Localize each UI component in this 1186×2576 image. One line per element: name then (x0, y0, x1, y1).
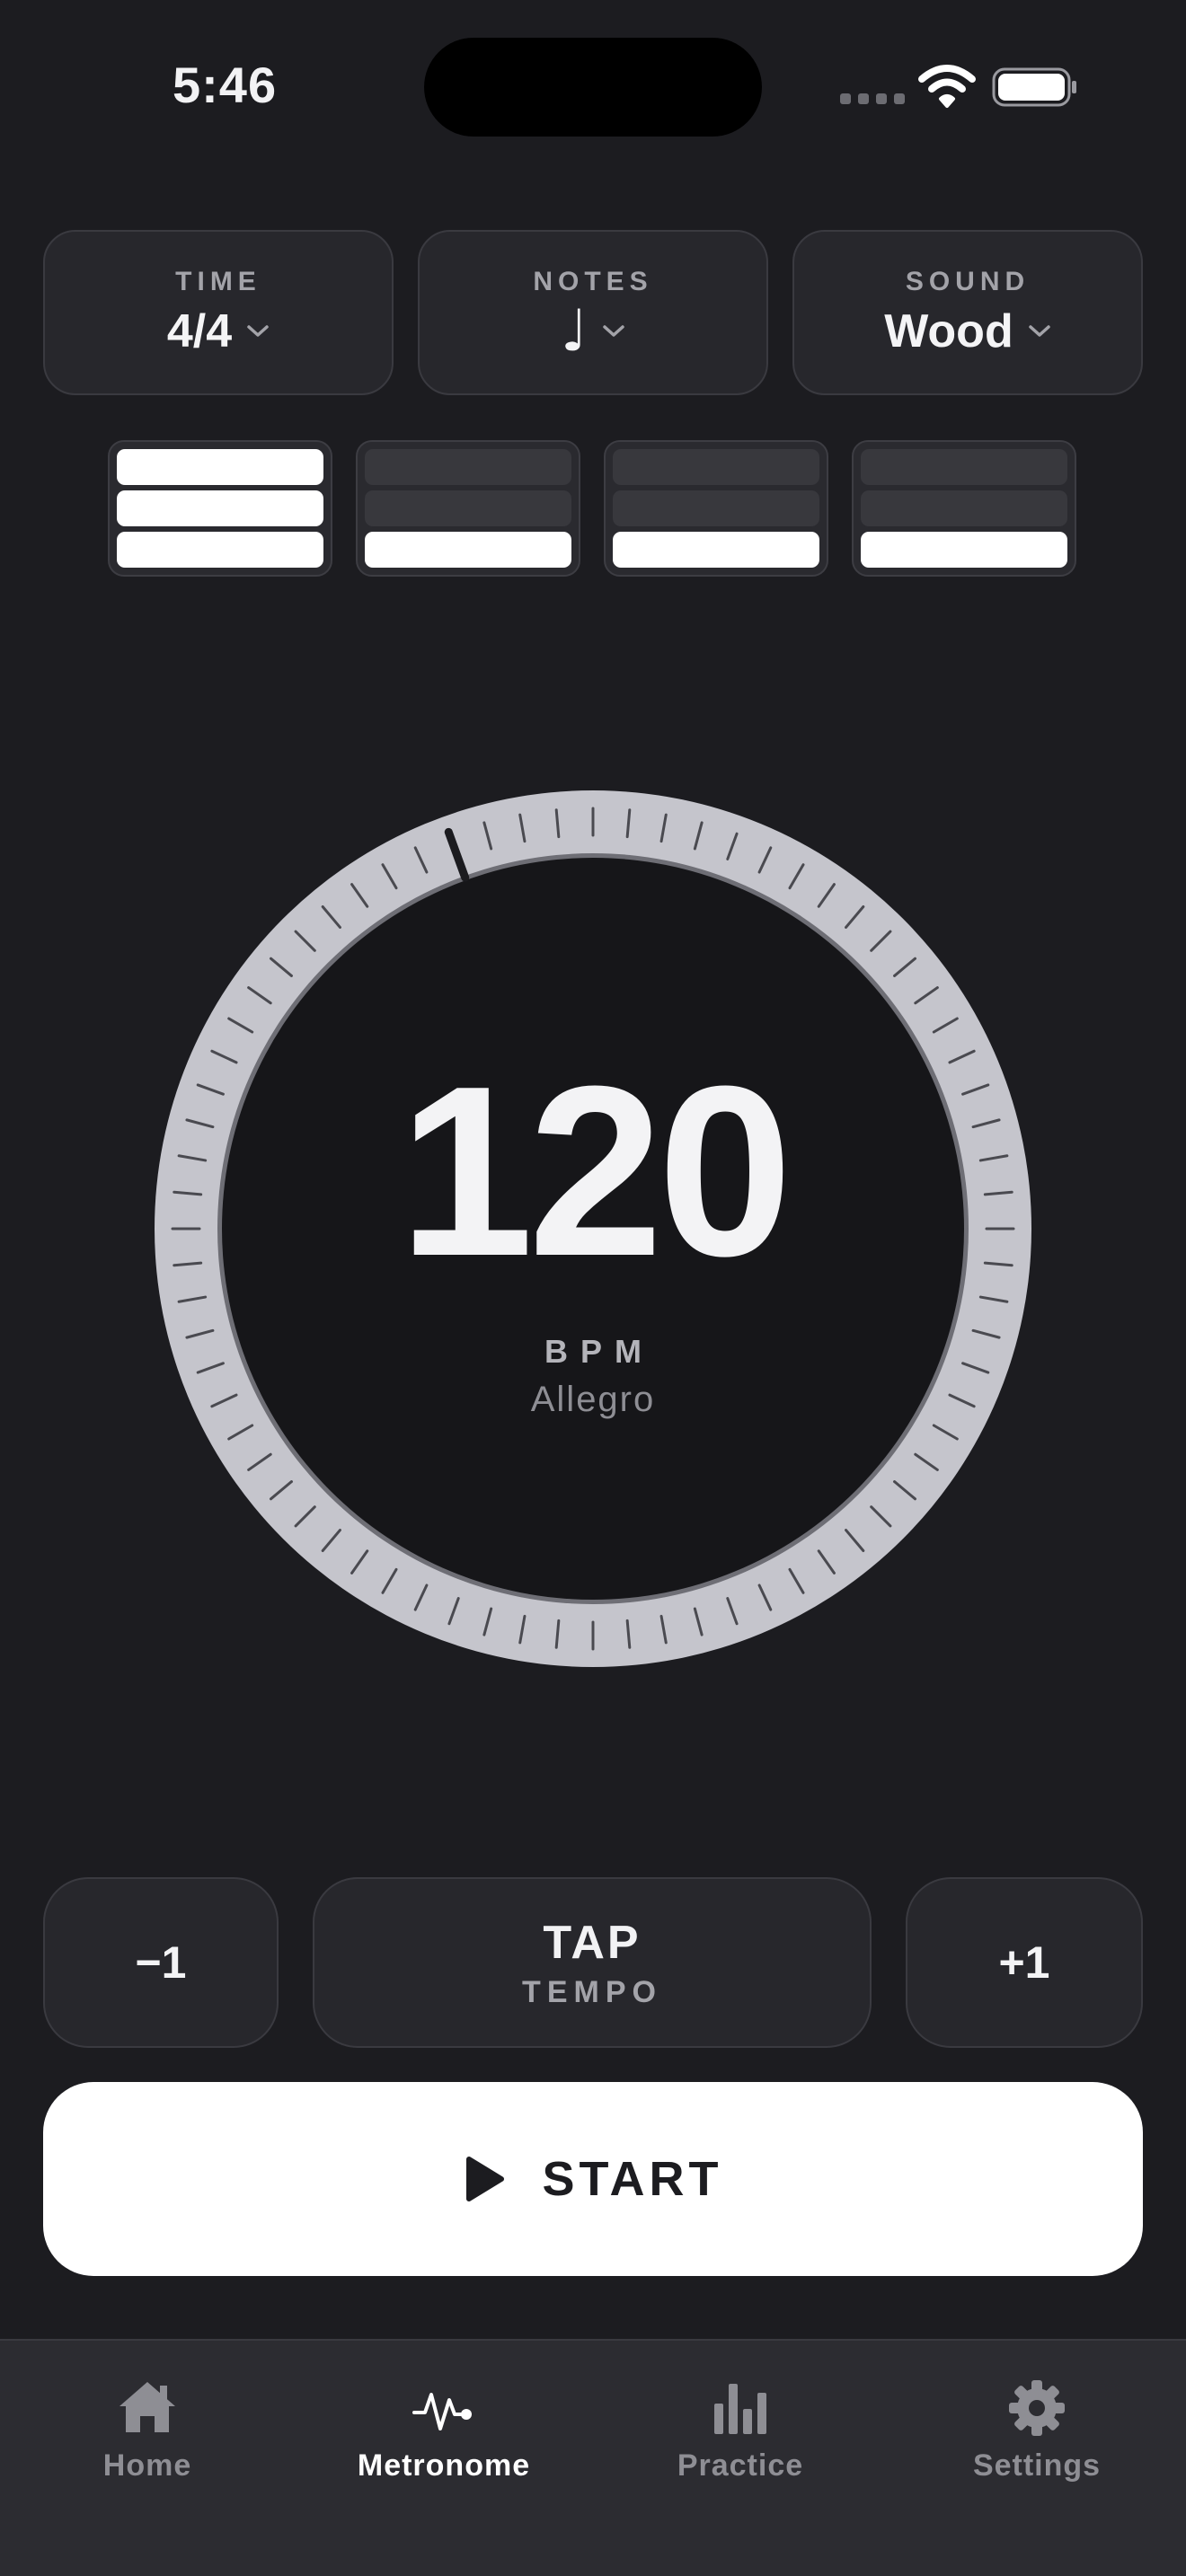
beat-level-bar (861, 490, 1067, 526)
chevron-down-icon (603, 325, 624, 337)
pulse-icon (412, 2393, 472, 2430)
play-icon (465, 2157, 504, 2201)
wifi-icon (918, 65, 976, 108)
chevron-down-icon (1028, 325, 1050, 337)
tap-label: TAP (543, 1916, 642, 1969)
tempo-sublabel: TEMPO (522, 1974, 662, 2009)
sound-value: Wood (884, 305, 1013, 357)
sound-label: SOUND (905, 267, 1031, 296)
beat-level-bar (861, 449, 1067, 485)
tap-tempo-button[interactable]: TAP TEMPO (313, 1877, 872, 2048)
beat-level-bar (613, 532, 819, 568)
tab-home[interactable]: Home (31, 2377, 264, 2483)
time-signature-selector[interactable]: TIME 4/4 (43, 230, 394, 395)
beat-accent-1[interactable] (108, 440, 332, 577)
tab-metronome[interactable]: Metronome (327, 2377, 561, 2483)
home-icon (119, 2382, 175, 2432)
beat-accent-2[interactable] (356, 440, 580, 577)
beat-level-bar (365, 449, 571, 485)
beat-level-bar (365, 490, 571, 526)
bar-chart-icon (714, 2384, 766, 2434)
beat-level-bar (117, 449, 323, 485)
dynamic-island (424, 38, 762, 137)
beat-level-bar (861, 532, 1067, 568)
beat-level-bar (117, 532, 323, 568)
decrement-button[interactable]: −1 (43, 1877, 279, 2048)
tab-practice[interactable]: Practice (624, 2377, 857, 2483)
beat-level-bar (365, 532, 571, 568)
start-button[interactable]: START (43, 2082, 1143, 2276)
decrement-label: −1 (135, 1937, 187, 1988)
bpm-value: 120 (398, 1037, 792, 1307)
tab-home-label: Home (102, 2448, 192, 2483)
sound-selector[interactable]: SOUND Wood (792, 230, 1143, 395)
tab-settings-label: Settings (972, 2448, 1102, 2483)
gear-icon (1009, 2380, 1065, 2436)
status-time: 5:46 (173, 57, 278, 113)
increment-label: +1 (998, 1937, 1050, 1988)
bpm-unit-label: BPM (544, 1333, 654, 1370)
start-label: START (542, 2152, 723, 2206)
chevron-down-icon (247, 325, 269, 337)
beat-level-bar (613, 449, 819, 485)
cellular-signal-icon (840, 93, 905, 104)
notes-label: NOTES (533, 267, 653, 296)
beat-level-bar (117, 490, 323, 526)
time-signature-label: TIME (175, 267, 261, 296)
battery-icon (992, 67, 1076, 107)
quarter-note-icon: ♩ (560, 298, 589, 365)
time-signature-value: 4/4 (166, 305, 233, 357)
tab-settings[interactable]: Settings (920, 2377, 1154, 2483)
beat-accent-4[interactable] (852, 440, 1076, 577)
tempo-marking: Allegro (530, 1380, 656, 1419)
beat-level-bar (613, 490, 819, 526)
beat-accent-3[interactable] (604, 440, 828, 577)
increment-button[interactable]: +1 (906, 1877, 1143, 2048)
tab-bar: Home Metronome Practice Settings (0, 2339, 1186, 2576)
tab-practice-label: Practice (677, 2448, 804, 2483)
tab-metronome-label: Metronome (357, 2448, 531, 2483)
note-value-selector[interactable]: NOTES ♩ (418, 230, 768, 395)
